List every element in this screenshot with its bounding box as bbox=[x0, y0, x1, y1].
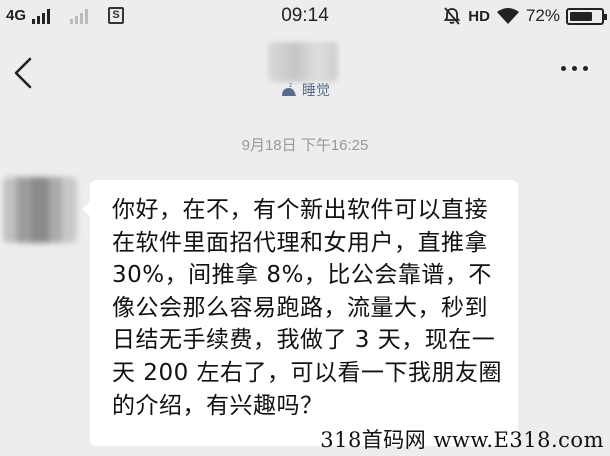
hd-badge: HD bbox=[468, 7, 490, 25]
status-bar: 4G S 09:14 HD 72% bbox=[0, 0, 610, 34]
contact-status-text: 睡觉 bbox=[302, 83, 330, 99]
message-timestamp: 9月18日 下午16:25 bbox=[241, 137, 369, 154]
contact-status: z 睡觉 bbox=[280, 80, 330, 100]
watermark: 318首码网 www.E318.com bbox=[320, 428, 604, 452]
sleep-moon-icon: z bbox=[282, 82, 296, 96]
more-dots-icon[interactable] bbox=[561, 66, 588, 71]
battery-percent: 72% bbox=[525, 6, 560, 25]
chat-screen: 4G S 09:14 HD 72% z 睡觉 9月18日 下午16:25 你好，… bbox=[0, 0, 610, 456]
battery-fill bbox=[570, 11, 592, 21]
battery-icon bbox=[566, 7, 607, 25]
chat-header: z 睡觉 bbox=[0, 34, 610, 114]
avatar[interactable] bbox=[3, 177, 77, 243]
status-bar-right: HD 72% bbox=[442, 6, 607, 26]
wifi-icon bbox=[496, 8, 519, 24]
contact-name-blurred bbox=[268, 42, 338, 82]
mute-bell-icon bbox=[443, 7, 461, 25]
message-text: 你好，在不，有个新出软件可以直接在软件里面招代理和女用户，直推拿 30%，间推拿… bbox=[112, 197, 503, 419]
message-bubble[interactable]: 你好，在不，有个新出软件可以直接在软件里面招代理和女用户，直推拿 30%，间推拿… bbox=[82, 180, 518, 446]
back-button[interactable] bbox=[10, 56, 38, 90]
svg-text:z: z bbox=[289, 82, 292, 89]
